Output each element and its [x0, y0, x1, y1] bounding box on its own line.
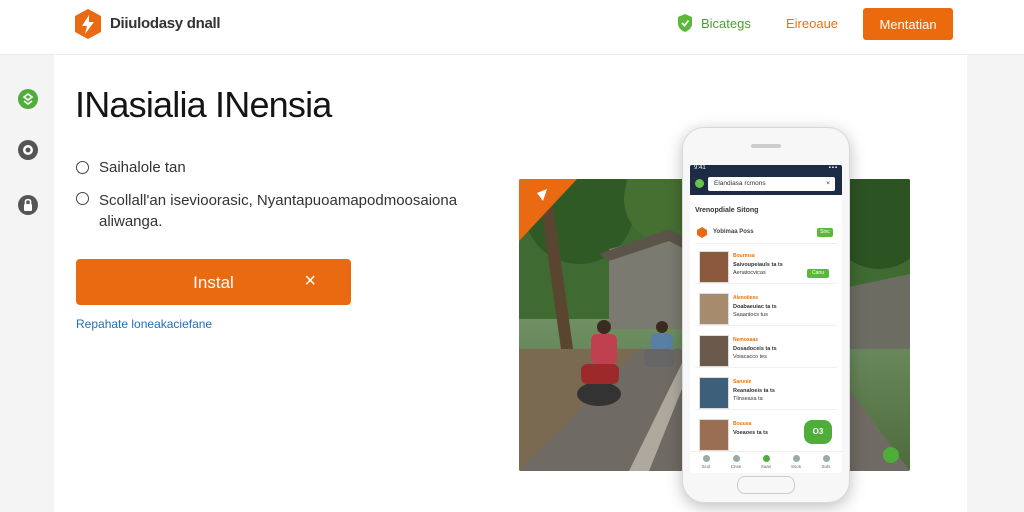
back-icon[interactable] [695, 179, 704, 188]
floating-action-button[interactable]: O3 [804, 420, 832, 444]
status-time: 9:41 [694, 165, 706, 171]
contact-line-2: Voiacacco tes [733, 354, 767, 360]
search-icon [732, 455, 740, 462]
option-radio-2[interactable]: Scollall'an isevioorasic, Nyantapuoamapo… [76, 190, 476, 232]
avatar [699, 251, 729, 283]
radio-button[interactable] [76, 192, 89, 205]
contact-line: Doabaeuiac ta ts [733, 304, 777, 310]
bottom-nav-label: Ssos [790, 464, 801, 469]
bottom-nav-label: Cnse [730, 464, 742, 469]
close-icon[interactable]: × [304, 270, 316, 293]
add-icon [762, 455, 770, 462]
bottom-nav-item[interactable]: Saas [756, 455, 776, 469]
page-title: INasialia INensia [75, 84, 332, 125]
header-cta-button[interactable]: Mentatian [863, 8, 953, 40]
phone-mockup: 9:41 ▪▪▪ Elandiasa rcmons × Vrenopdiale … [682, 127, 850, 503]
bottom-nav-item[interactable]: Suts [816, 455, 836, 469]
flame-logo-icon [697, 227, 707, 238]
flame-logo-icon[interactable] [73, 8, 103, 40]
brand-name[interactable]: Diiulodasy dnall [110, 15, 221, 32]
nav-link-label: Bicategs [701, 15, 751, 31]
contact-name: Nemosaas [733, 337, 759, 343]
list-header-title: Yobimaa Poss [713, 229, 754, 235]
contact-line-2: Tlinseaxa ta [733, 396, 763, 402]
phone-screen: 9:41 ▪▪▪ Elandiasa rcmons × Vrenopdiale … [690, 165, 842, 473]
bottom-nav-item[interactable]: Cnse [726, 455, 746, 469]
section-title: Vrenopdiale Sitong [695, 207, 759, 214]
user-icon [822, 455, 830, 462]
avatar [699, 419, 729, 451]
contact-line-2: Saaantocs tus [733, 312, 768, 318]
list-item[interactable]: Bourmsa Saivoupeiauls ta ts Aenatocvicas… [695, 249, 837, 284]
avatar [699, 377, 729, 409]
contact-name: Alenoiiees [733, 295, 759, 301]
status-bar: 9:41 ▪▪▪ [690, 165, 842, 173]
contact-tag[interactable]: Canu [807, 269, 829, 278]
option-label: Saihalole tan [99, 159, 186, 176]
contact-name: Bourmsa [733, 253, 755, 259]
bottom-nav-item[interactable]: Scol [696, 455, 716, 469]
signal-icon: ▪▪▪ [828, 165, 838, 171]
secondary-link[interactable]: Repahate loneakaciefane [76, 317, 212, 331]
chat-icon[interactable] [17, 88, 39, 110]
option-radio-1[interactable]: Saihalole tan [76, 159, 186, 176]
list-item[interactable]: Sarunie Reanaloeis ta ts Tlinseaxa ta [695, 375, 837, 410]
bottom-nav: Scol Cnse Saas Ssos Suts [690, 451, 842, 473]
top-navbar: Diiulodasy dnall Bicategs Eireoaue Menta… [0, 0, 1024, 55]
lock-icon[interactable] [17, 194, 39, 216]
app-search-text: Elandiasa rcmons [714, 180, 766, 187]
contact-line: Saivoupeiauls ta ts [733, 262, 783, 268]
bottom-nav-label: Suts [821, 464, 831, 469]
radio-button[interactable] [76, 161, 89, 174]
settings-icon[interactable] [17, 139, 39, 161]
list-header-badge[interactable]: Sinc [817, 228, 833, 237]
phone-home-button [737, 476, 795, 494]
contact-line: Voeaoes ta ts [733, 430, 769, 436]
contact-name: Sarunie [733, 379, 752, 385]
install-button[interactable]: Instal × [76, 259, 351, 305]
avatar [699, 293, 729, 325]
nav-link-bicategs[interactable]: Bicategs [677, 13, 751, 33]
bottom-nav-label: Saas [760, 464, 772, 469]
contact-name: Bouusa [733, 421, 752, 427]
option-label: Scollall'an isevioorasic, Nyantapuoamapo… [99, 192, 458, 230]
close-icon[interactable]: × [826, 177, 830, 191]
bottom-nav-item[interactable]: Ssos [786, 455, 806, 469]
bell-icon [792, 455, 800, 462]
app-search-input[interactable]: Elandiasa rcmons × [708, 177, 835, 191]
contact-line: Reanaloeis ta ts [733, 388, 775, 394]
list-item[interactable]: Nemosaas Dosadoceis ta ts Voiacacco tes [695, 333, 837, 368]
avatar [699, 335, 729, 367]
app-bar: Elandiasa rcmons × [690, 173, 842, 195]
list-header: Yobimaa Poss Sinc [695, 223, 837, 244]
nav-link-eireoaue[interactable]: Eireoaue [786, 16, 838, 31]
phone-speaker [751, 144, 781, 148]
list-item[interactable]: Alenoiiees Doabaeuiac ta ts Saaantocs tu… [695, 291, 837, 326]
bottom-nav-label: Scol [701, 464, 711, 469]
contact-line: Dosadoceis ta ts [733, 346, 777, 352]
home-icon [702, 455, 710, 462]
shield-icon [678, 14, 692, 32]
contact-line-2: Aenatocvicas [733, 270, 766, 276]
